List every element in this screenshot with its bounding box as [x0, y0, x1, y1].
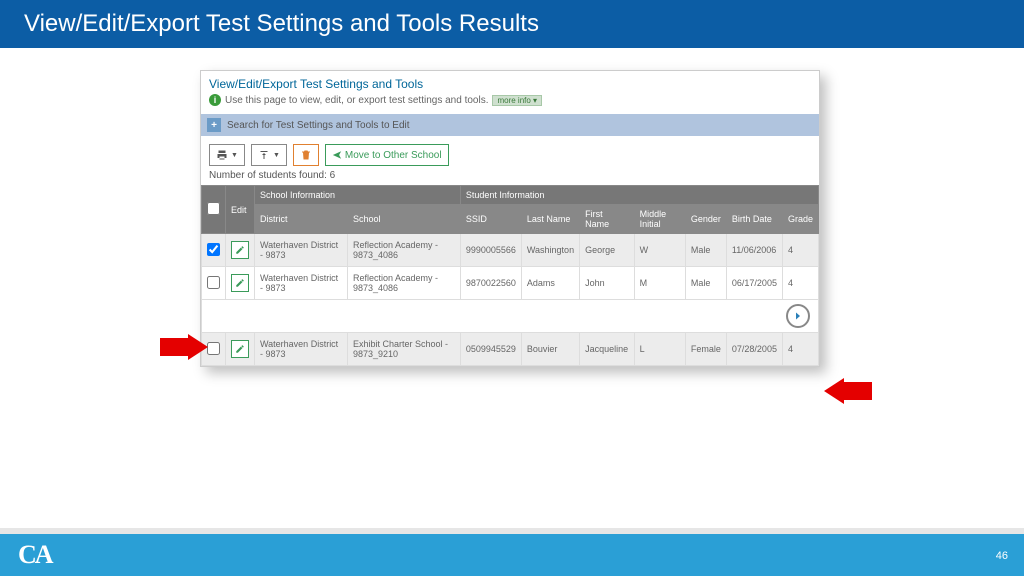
cell-gender: Male: [685, 267, 726, 300]
table-row: Waterhaven District - 9873Exhibit Charte…: [202, 333, 819, 366]
logo: CA: [18, 540, 52, 570]
select-all-checkbox[interactable]: [207, 202, 220, 215]
cell-firstname: John: [580, 267, 635, 300]
export-icon: [258, 149, 270, 161]
edit-button[interactable]: [231, 241, 249, 259]
table-row: Waterhaven District - 9873Reflection Aca…: [202, 267, 819, 300]
cell-district: Waterhaven District - 9873: [255, 234, 348, 267]
col-birthdate[interactable]: Birth Date: [726, 205, 782, 234]
col-ssid[interactable]: SSID: [460, 205, 521, 234]
panel-title: View/Edit/Export Test Settings and Tools: [209, 77, 811, 91]
edit-button[interactable]: [231, 340, 249, 358]
cell-dob: 11/06/2006: [726, 234, 782, 267]
move-label: Move to Other School: [345, 150, 442, 161]
cell-firstname: George: [580, 234, 635, 267]
info-icon: i: [209, 94, 221, 106]
cell-dob: 07/28/2005: [726, 333, 782, 366]
cell-firstname: Jacqueline: [580, 333, 635, 366]
col-school[interactable]: School: [347, 205, 460, 234]
col-school-info: School Information: [255, 186, 461, 205]
col-firstname[interactable]: First Name: [580, 205, 635, 234]
col-district[interactable]: District: [255, 205, 348, 234]
search-label: Search for Test Settings and Tools to Ed…: [227, 120, 410, 131]
move-school-button[interactable]: Move to Other School: [325, 144, 449, 166]
panel-header: View/Edit/Export Test Settings and Tools…: [201, 71, 819, 110]
cell-mi: M: [634, 267, 685, 300]
result-count: Number of students found: 6: [201, 170, 819, 185]
cell-grade: 4: [782, 267, 818, 300]
cell-dob: 06/17/2005: [726, 267, 782, 300]
col-grade[interactable]: Grade: [782, 205, 818, 234]
print-button[interactable]: ▼: [209, 144, 245, 166]
col-student-info: Student Information: [460, 186, 818, 205]
trash-icon: [300, 149, 312, 161]
cell-district: Waterhaven District - 9873: [255, 267, 348, 300]
cell-grade: 4: [782, 234, 818, 267]
cell-ssid: 0509945529: [460, 333, 521, 366]
pencil-icon: [235, 344, 245, 354]
cell-lastname: Washington: [521, 234, 579, 267]
row-checkbox[interactable]: [207, 342, 220, 355]
export-button[interactable]: ▼: [251, 144, 287, 166]
callout-arrow-right: [824, 378, 872, 404]
pencil-icon: [235, 278, 245, 288]
col-lastname[interactable]: Last Name: [521, 205, 579, 234]
col-gender[interactable]: Gender: [685, 205, 726, 234]
cell-gender: Female: [685, 333, 726, 366]
footer-bar: CA 46: [0, 528, 1024, 576]
cell-ssid: 9990005566: [460, 234, 521, 267]
col-mi[interactable]: Middle Initial: [634, 205, 685, 234]
search-section-bar[interactable]: + Search for Test Settings and Tools to …: [201, 114, 819, 136]
cell-lastname: Adams: [521, 267, 579, 300]
col-edit: Edit: [226, 186, 255, 234]
help-line: i Use this page to view, edit, or export…: [209, 94, 811, 106]
callout-arrow-left: [160, 334, 208, 360]
cell-district: Waterhaven District - 9873: [255, 333, 348, 366]
col-checkbox: [202, 186, 226, 234]
next-page-button[interactable]: [786, 304, 810, 328]
cell-school: Reflection Academy - 9873_4086: [347, 234, 460, 267]
edit-button[interactable]: [231, 274, 249, 292]
expand-icon[interactable]: +: [207, 118, 221, 132]
row-checkbox[interactable]: [207, 243, 220, 256]
cell-mi: L: [634, 333, 685, 366]
cell-grade: 4: [782, 333, 818, 366]
pencil-icon: [235, 245, 245, 255]
cell-school: Exhibit Charter School - 9873_9210: [347, 333, 460, 366]
slide-title: View/Edit/Export Test Settings and Tools…: [0, 0, 1024, 48]
caret-down-icon: ▼: [273, 152, 280, 159]
arrow-icon: [332, 150, 342, 160]
results-table: Edit School Information Student Informat…: [201, 185, 819, 366]
cell-gender: Male: [685, 234, 726, 267]
row-checkbox[interactable]: [207, 276, 220, 289]
cell-ssid: 9870022560: [460, 267, 521, 300]
app-panel: View/Edit/Export Test Settings and Tools…: [200, 70, 820, 367]
help-text: Use this page to view, edit, or export t…: [225, 95, 488, 106]
page-number: 46: [996, 550, 1008, 562]
cell-mi: W: [634, 234, 685, 267]
cell-lastname: Bouvier: [521, 333, 579, 366]
delete-button[interactable]: [293, 144, 319, 166]
arrow-right-icon: [792, 310, 804, 322]
table-row: Waterhaven District - 9873Reflection Aca…: [202, 234, 819, 267]
cell-school: Reflection Academy - 9873_4086: [347, 267, 460, 300]
more-info-button[interactable]: more info ▾: [492, 95, 542, 106]
printer-icon: [216, 149, 228, 161]
caret-down-icon: ▼: [231, 152, 238, 159]
toolbar: ▼ ▼ Move to Other School: [201, 136, 819, 170]
